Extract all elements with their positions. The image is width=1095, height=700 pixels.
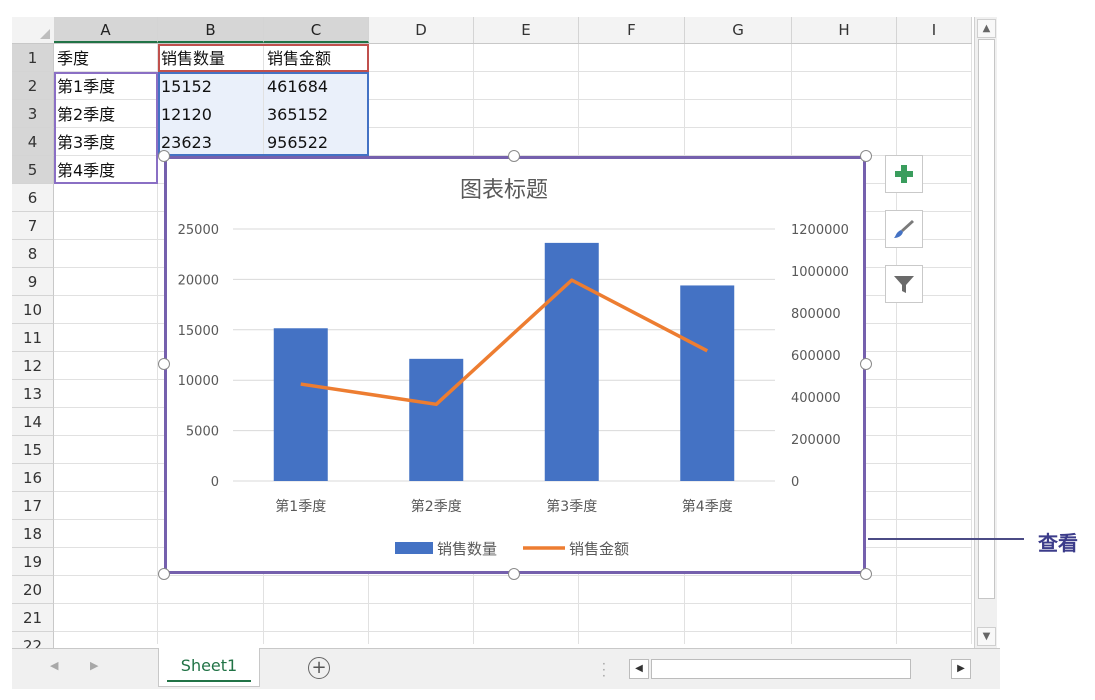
row-header-7[interactable]: 7 (12, 212, 54, 240)
column-header-i[interactable]: I (897, 17, 972, 43)
legend-label-bar: 销售数量 (437, 540, 497, 558)
y-primary-tick-label: 10000 (178, 374, 219, 389)
row-header-20[interactable]: 20 (12, 576, 54, 604)
range-highlight-categories (54, 72, 158, 184)
y-secondary-tick-label: 1000000 (791, 265, 849, 280)
resize-handle-t[interactable] (508, 150, 520, 162)
chart-bar-4 (680, 285, 735, 481)
column-header-f[interactable]: F (579, 17, 685, 43)
row-header-15[interactable]: 15 (12, 436, 54, 464)
row-header-2[interactable]: 2 (12, 72, 54, 100)
resize-handle-l[interactable] (158, 358, 170, 370)
sheet-tab-bar: ◀ ▶ Sheet1 + · · · ◀ ▶ (12, 648, 1000, 689)
row-header-5[interactable]: 5 (12, 156, 54, 184)
row-header-11[interactable]: 11 (12, 324, 54, 352)
scroll-right-icon[interactable]: ▶ (951, 659, 971, 679)
row-header-17[interactable]: 17 (12, 492, 54, 520)
y-primary-tick-label: 25000 (178, 223, 219, 238)
horizontal-scrollbar[interactable]: ◀ ▶ (629, 659, 971, 679)
brush-icon (894, 220, 914, 238)
plus-icon (895, 165, 913, 183)
gridline (54, 631, 972, 632)
y-secondary-tick-label: 600000 (791, 349, 841, 364)
callout-line (868, 538, 1024, 540)
chart-line-sales-amount (300, 278, 709, 407)
chart-elements-button[interactable] (885, 155, 923, 193)
column-header-bar: ABCDEFGHI (12, 17, 972, 44)
row-header-10[interactable]: 10 (12, 296, 54, 324)
resize-handle-bl[interactable] (158, 568, 170, 580)
x-category-label: 第4季度 (682, 498, 733, 515)
row-header-18[interactable]: 18 (12, 520, 54, 548)
gridline (971, 44, 972, 644)
row-header-4[interactable]: 4 (12, 128, 54, 156)
scroll-thumb[interactable] (978, 39, 995, 599)
scroll-down-icon[interactable]: ▼ (977, 627, 996, 646)
row-header-6[interactable]: 6 (12, 184, 54, 212)
legend-label-line: 销售金额 (569, 540, 629, 558)
row-header-21[interactable]: 21 (12, 604, 54, 632)
y-secondary-tick-label: 800000 (791, 307, 841, 322)
resize-handle-tr[interactable] (860, 150, 872, 162)
add-sheet-icon[interactable]: + (308, 657, 330, 679)
row-header-13[interactable]: 13 (12, 380, 54, 408)
scroll-up-icon[interactable]: ▲ (977, 19, 996, 38)
row-header-9[interactable]: 9 (12, 268, 54, 296)
cell-a1[interactable]: 季度 (54, 44, 157, 72)
y-primary-tick-label: 15000 (178, 324, 219, 339)
y-primary-tick-label: 20000 (178, 273, 219, 288)
hscroll-track[interactable] (651, 659, 911, 679)
filter-icon (894, 276, 914, 293)
chart-bar-1 (273, 328, 328, 481)
row-header-16[interactable]: 16 (12, 464, 54, 492)
tab-split-handle[interactable]: · · · (602, 658, 606, 682)
legend-swatch-bar (395, 542, 433, 554)
gridline (896, 44, 897, 644)
column-header-c[interactable]: C (264, 17, 369, 43)
row-header-12[interactable]: 12 (12, 352, 54, 380)
range-highlight-series-names (158, 44, 369, 72)
column-header-b[interactable]: B (158, 17, 264, 43)
resize-handle-tl[interactable] (158, 150, 170, 162)
range-highlight-values (158, 72, 369, 156)
chart-styles-button[interactable] (885, 210, 923, 248)
y-primary-tick-label: 5000 (186, 425, 219, 440)
column-header-a[interactable]: A (54, 17, 158, 43)
prev-sheet-icon[interactable]: ◀ (50, 659, 58, 672)
chart-bar-2 (409, 358, 464, 481)
row-header-1[interactable]: 1 (12, 44, 54, 72)
y-secondary-tick-label: 400000 (791, 391, 841, 406)
row-header-8[interactable]: 8 (12, 240, 54, 268)
row-header-19[interactable]: 19 (12, 548, 54, 576)
callout-label: 查看 (1038, 531, 1078, 555)
column-header-h[interactable]: H (792, 17, 897, 43)
x-category-label: 第1季度 (275, 498, 326, 515)
vertical-scrollbar[interactable]: ▲ ▼ (974, 17, 997, 648)
y-secondary-tick-label: 1200000 (791, 223, 849, 238)
chart-title: 图表标题 (460, 178, 548, 203)
row-header-14[interactable]: 14 (12, 408, 54, 436)
resize-handle-r[interactable] (860, 358, 872, 370)
chart-canvas: 图表标题 0 5000 10000 15000 20000 25000 0 200000 4000… (178, 178, 849, 558)
y-secondary-tick-label: 200000 (791, 433, 841, 448)
column-header-d[interactable]: D (369, 17, 474, 43)
x-category-label: 第3季度 (546, 498, 597, 515)
select-all-corner[interactable] (12, 17, 55, 43)
sheet-tab-sheet1[interactable]: Sheet1 (158, 648, 260, 687)
next-sheet-icon[interactable]: ▶ (90, 659, 98, 672)
column-header-e[interactable]: E (474, 17, 579, 43)
scroll-left-icon[interactable]: ◀ (629, 659, 649, 679)
combo-chart[interactable]: 图表标题 0 5000 10000 15000 20000 25000 0 200000 4000… (164, 156, 866, 574)
x-category-label: 第2季度 (411, 498, 462, 515)
resize-handle-b[interactable] (508, 568, 520, 580)
gridline (54, 603, 972, 604)
chart-filters-button[interactable] (885, 265, 923, 303)
row-header-3[interactable]: 3 (12, 100, 54, 128)
column-header-g[interactable]: G (685, 17, 792, 43)
resize-handle-br[interactable] (860, 568, 872, 580)
y-primary-tick-label: 0 (211, 475, 219, 490)
y-secondary-tick-label: 0 (791, 475, 799, 490)
